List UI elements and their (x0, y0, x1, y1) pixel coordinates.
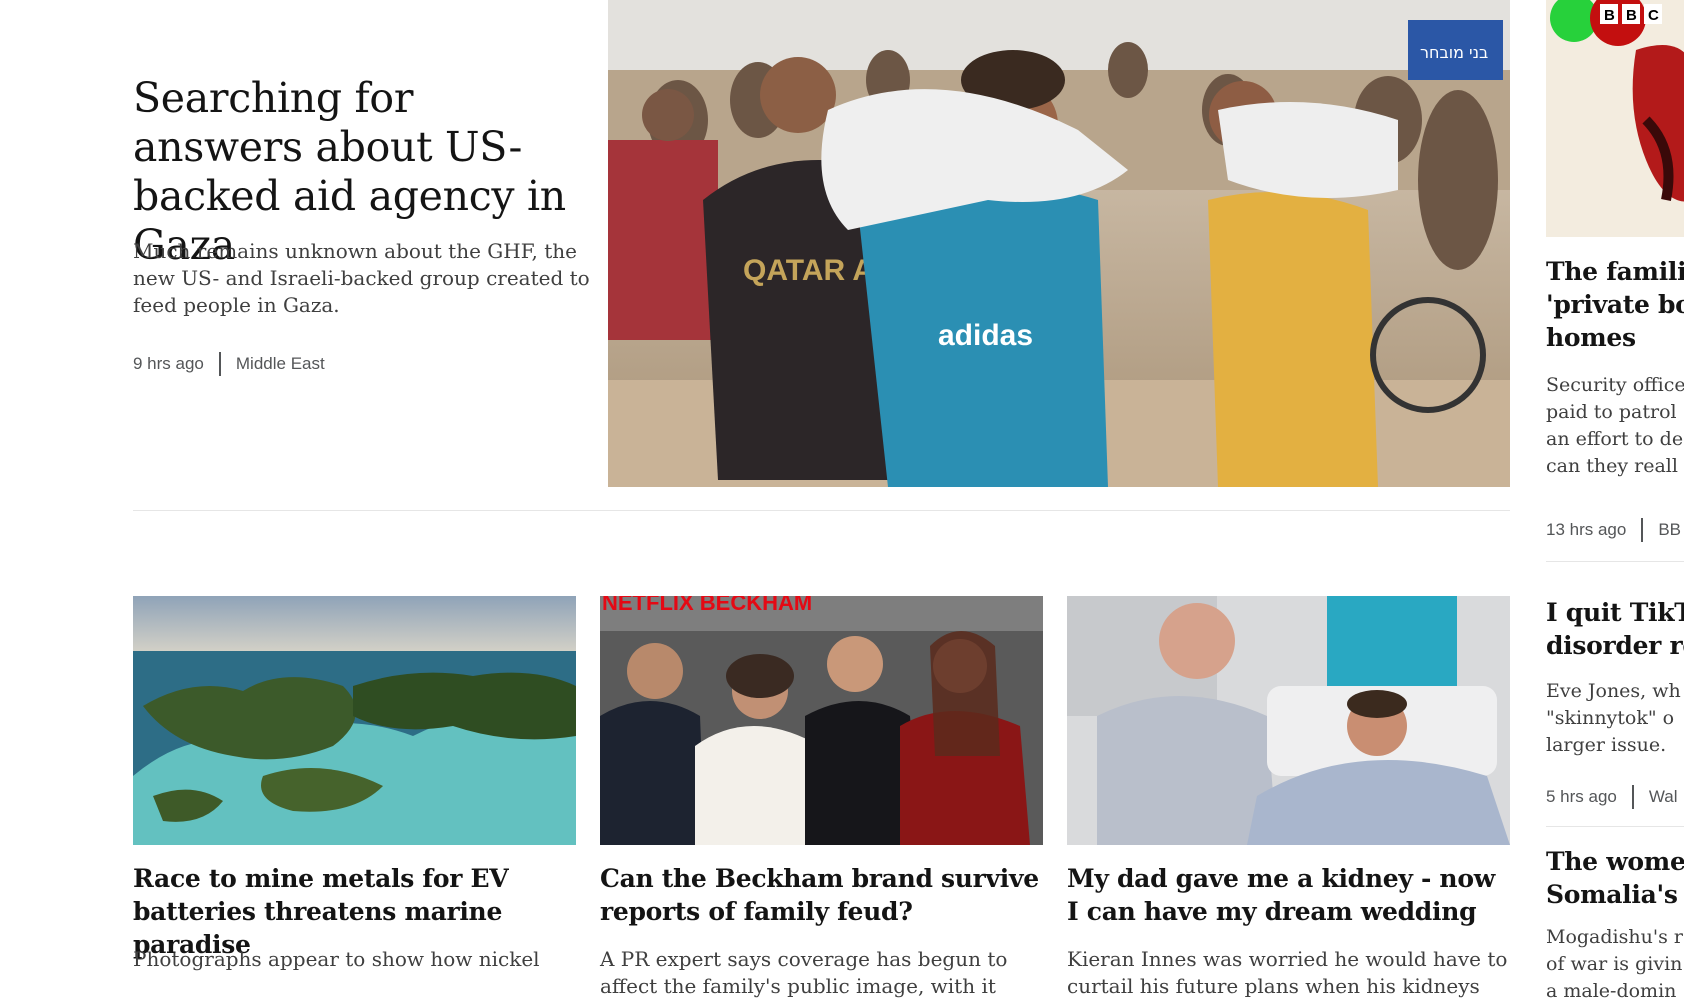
right-story-3-summary: Mogadishu's r of war is givin a male-dom… (1546, 926, 1683, 1002)
right-story-1-timestamp: 13 hrs ago (1546, 520, 1627, 539)
hero-meta: 9 hrs ago Middle East (133, 352, 325, 376)
card-1-summary: Photographs appear to show how nickel (133, 947, 540, 971)
hero-image[interactable]: QATAR AIRWAYS adidas בני מובחר (608, 0, 1510, 487)
right-story-1-section-link[interactable]: BB (1658, 520, 1681, 540)
svg-text:B: B (1626, 7, 1637, 24)
adidas-logo-text: adidas (938, 319, 1033, 352)
right-story-2-headline[interactable]: I quit TikT disorder re (1546, 596, 1684, 662)
right-story-1-headline[interactable]: The familie 'private bol homes (1546, 255, 1684, 354)
right-story-2-timestamp: 5 hrs ago (1546, 787, 1617, 806)
right-story-2-summary: Eve Jones, wh "skinnytok" o larger issue… (1546, 680, 1681, 756)
card-2-image[interactable]: NETFLIX BECKHAM (600, 596, 1043, 845)
meta-divider (1641, 518, 1644, 542)
section-divider (133, 510, 1510, 511)
card-3-image[interactable] (1067, 596, 1510, 845)
hero-timestamp: 9 hrs ago (133, 354, 204, 373)
svg-text:C: C (1648, 7, 1659, 24)
right-divider-1 (1546, 561, 1684, 562)
right-story-2-section-link[interactable]: Wal (1649, 787, 1678, 807)
hero-summary: Much remains unknown about the GHF, the … (133, 239, 590, 317)
card-2-headline[interactable]: Can the Beckham brand survive reports of… (600, 862, 1043, 928)
meta-divider (218, 352, 221, 376)
meta-divider (1631, 785, 1634, 809)
right-story-2-meta: 5 hrs ago Wal (1546, 785, 1684, 809)
box-sign-text: בני מובחר (1420, 43, 1488, 62)
right-story-1-meta: 13 hrs ago BB (1546, 518, 1684, 542)
card-1-image[interactable] (133, 596, 576, 845)
right-divider-2 (1546, 826, 1684, 827)
right-column-image[interactable]: B B C (1546, 0, 1684, 237)
netflix-logo-text: NETFLIX BECKHAM (602, 596, 812, 615)
svg-text:B: B (1604, 7, 1615, 24)
hero-section-link[interactable]: Middle East (236, 354, 325, 374)
bbc-logo: B B C (1600, 4, 1662, 24)
right-story-1-summary: Security office paid to patrol an effort… (1546, 374, 1684, 477)
card-3-headline[interactable]: My dad gave me a kidney - now I can have… (1067, 862, 1510, 928)
right-story-3-headline[interactable]: The women Somalia's c (1546, 845, 1684, 911)
